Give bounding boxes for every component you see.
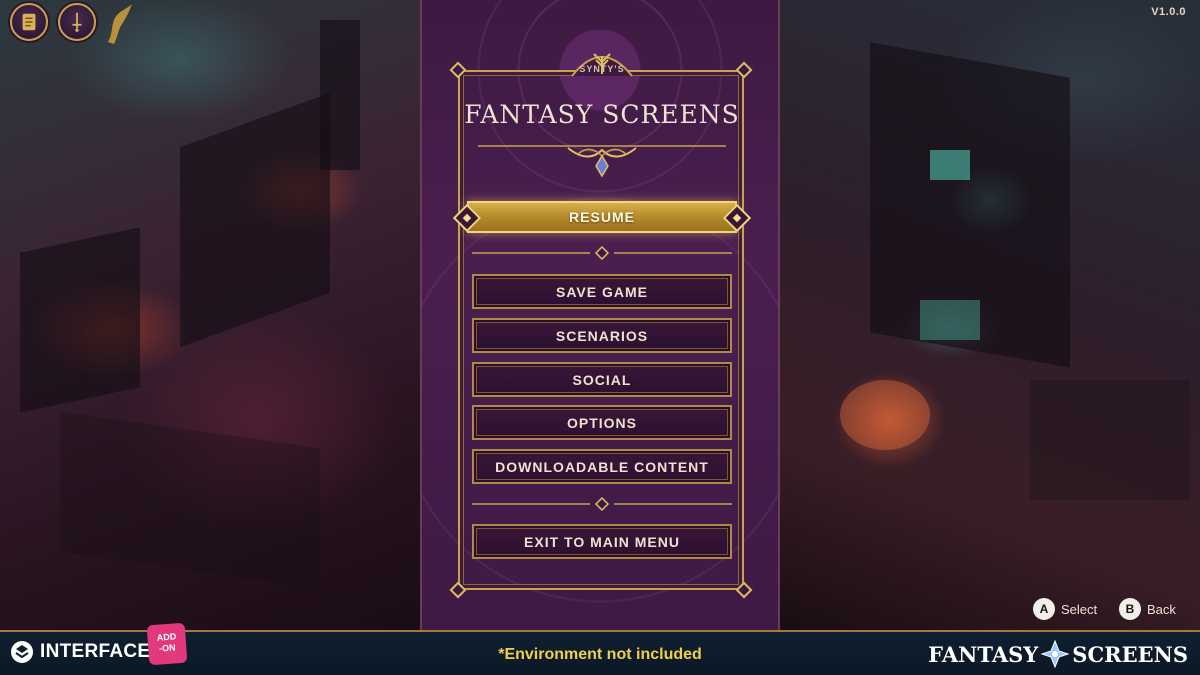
back-hint-label: Back	[1147, 601, 1176, 617]
options-label: OPTIONS	[566, 414, 637, 431]
scroll-button[interactable]	[10, 3, 48, 41]
menu-divider	[472, 246, 732, 260]
brand-word-right: SCREENS	[1072, 641, 1188, 667]
title-flourish-icon	[478, 145, 726, 178]
version-label: V1.0.0	[1151, 6, 1186, 18]
scenarios-button[interactable]: SCENARIOS	[472, 318, 732, 353]
fantasy-screens-logo: FANTASY SCREENS	[928, 639, 1188, 669]
resume-button[interactable]: RESUME	[452, 201, 752, 233]
dragon-ornament-icon	[108, 4, 132, 44]
menu-divider	[472, 497, 732, 511]
back-hint: B Back	[1119, 598, 1176, 620]
select-hint-label: Select	[1061, 601, 1098, 617]
options-button[interactable]: OPTIONS	[472, 405, 732, 440]
scene-left	[0, 0, 420, 630]
brand-word-left: FANTASY	[928, 641, 1039, 667]
sword-icon	[72, 12, 82, 32]
selection-marker-right	[722, 203, 752, 233]
scroll-icon	[22, 13, 36, 31]
game-title: FANTASY SCREENS	[464, 100, 740, 129]
add-on-line-1: ADD	[156, 631, 177, 643]
social-button[interactable]: SOCIAL	[472, 362, 732, 397]
exit-to-main-menu-button[interactable]: EXIT TO MAIN MENU	[472, 524, 732, 559]
exit-to-main-menu-label: EXIT TO MAIN MENU	[524, 533, 680, 550]
resume-label: RESUME	[569, 209, 635, 225]
save-game-button[interactable]: SAVE GAME	[472, 274, 732, 309]
a-button-icon: A	[1033, 598, 1055, 620]
game-subtitle: SYNTY'S	[579, 64, 625, 74]
downloadable-content-button[interactable]: DOWNLOADABLE CONTENT	[472, 449, 732, 484]
sword-button[interactable]	[58, 3, 96, 41]
footer-bar: INTERFACE ADD -ON *Environment not inclu…	[0, 622, 1200, 675]
social-label: SOCIAL	[572, 371, 632, 388]
fleur-emblem-icon	[1040, 639, 1070, 669]
downloadable-content-label: DOWNLOADABLE CONTENT	[495, 458, 709, 475]
b-button-icon: B	[1119, 598, 1141, 620]
pause-menu-panel: SYNTY'S FANTASY SCREENS RESUME SAVE GAME…	[420, 0, 780, 630]
save-game-label: SAVE GAME	[556, 283, 648, 300]
select-hint: A Select	[1033, 598, 1097, 620]
scene-right	[780, 0, 1200, 630]
scenarios-label: SCENARIOS	[555, 327, 649, 344]
